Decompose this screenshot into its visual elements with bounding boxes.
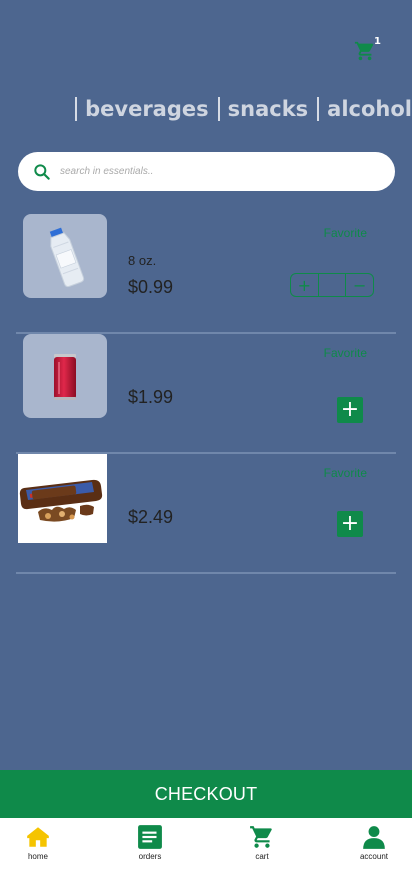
category-beverages[interactable]: beverages bbox=[75, 96, 218, 122]
product-image-soda-can[interactable] bbox=[23, 334, 107, 418]
product-price: $0.99 bbox=[128, 277, 174, 297]
water-bottle-image bbox=[49, 227, 85, 288]
bottom-tab-bar: home orders cart account bbox=[0, 818, 412, 870]
soda-can-image bbox=[54, 354, 76, 400]
product-image-snickers[interactable] bbox=[18, 454, 107, 543]
orders-icon bbox=[138, 825, 162, 849]
snickers-bar-image bbox=[19, 479, 103, 522]
search-input[interactable] bbox=[60, 166, 360, 177]
checkout-button[interactable]: CHECKOUT bbox=[0, 770, 412, 818]
category-divider bbox=[217, 97, 220, 121]
quantity-stepper: + − bbox=[290, 273, 374, 297]
category-label: beverages bbox=[85, 97, 209, 121]
favorite-link[interactable]: Favorite bbox=[324, 226, 367, 240]
category-nav: beverages snacks alcohol bbox=[75, 96, 412, 122]
category-alcohol[interactable]: alcohol bbox=[317, 96, 412, 122]
search-icon bbox=[34, 163, 50, 180]
add-to-cart-button[interactable]: + bbox=[337, 511, 363, 537]
increase-button[interactable]: + bbox=[291, 274, 318, 296]
search-bar bbox=[18, 152, 395, 191]
category-divider bbox=[317, 97, 320, 121]
plus-icon: + bbox=[340, 511, 360, 536]
tab-account[interactable]: account bbox=[350, 818, 398, 870]
product-quantity: 8 oz. bbox=[128, 253, 157, 268]
tab-label: home bbox=[27, 852, 48, 861]
category-label: alcohol bbox=[327, 97, 412, 121]
add-to-cart-button[interactable]: + bbox=[337, 397, 363, 423]
product-row: $2.49 Favorite + bbox=[16, 454, 396, 574]
category-divider bbox=[75, 97, 78, 121]
cart-icon bbox=[250, 826, 272, 848]
cart-icon bbox=[354, 41, 374, 61]
tab-home[interactable]: home bbox=[14, 818, 62, 870]
category-label: snacks bbox=[227, 97, 309, 121]
favorite-link[interactable]: Favorite bbox=[324, 346, 367, 360]
header-cart-button[interactable]: 1 bbox=[354, 36, 381, 66]
product-image-water-bottle[interactable] bbox=[23, 214, 107, 298]
category-snacks[interactable]: snacks bbox=[217, 96, 318, 122]
tab-label: account bbox=[359, 852, 389, 861]
favorite-link[interactable]: Favorite bbox=[324, 466, 367, 480]
tab-label: cart bbox=[255, 852, 269, 861]
cart-count-badge: 1 bbox=[374, 36, 381, 47]
plus-icon: + bbox=[340, 397, 360, 422]
home-icon bbox=[27, 827, 49, 847]
product-price: $2.49 bbox=[128, 507, 174, 527]
product-price: $1.99 bbox=[128, 387, 174, 407]
account-icon bbox=[363, 826, 385, 849]
tab-orders[interactable]: orders bbox=[126, 818, 174, 870]
quantity-value bbox=[317, 274, 347, 296]
tab-label: orders bbox=[138, 852, 162, 861]
product-row: 8 oz. $0.99 Favorite + − bbox=[16, 214, 396, 334]
tab-cart[interactable]: cart bbox=[238, 818, 286, 870]
decrease-button[interactable]: − bbox=[346, 274, 373, 296]
product-row: $1.99 Favorite + bbox=[16, 334, 396, 454]
